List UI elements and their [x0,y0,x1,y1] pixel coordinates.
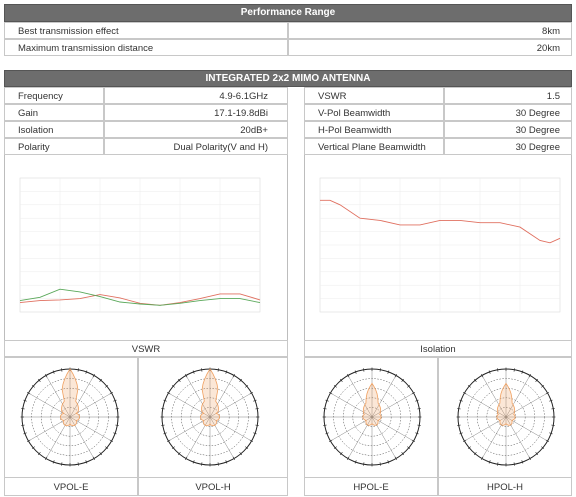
polar-tick [61,368,63,372]
radiation-pattern [362,382,382,426]
vswr-caption: VSWR [131,344,161,355]
spec-vpol-value: 30 Degree [515,108,560,119]
radiation-pattern [496,382,516,426]
polar-tick [21,424,25,426]
spec-isolation-label: Isolation [18,125,54,136]
polar-tick [513,368,515,372]
polar-tick [161,424,165,426]
polar-tick [217,462,219,466]
spec-freq-label: Frequency [18,91,63,102]
polar-tick [457,408,461,410]
polar-tick [417,408,421,410]
polar-caption-hpol-e: HPOL-E [353,482,389,493]
polar-tick [457,424,461,426]
perf-value-2: 20km [536,43,560,54]
antenna-header: INTEGRATED 2x2 MIMO ANTENNA [4,70,572,87]
spec-isolation-value: 20dB+ [240,125,268,136]
polar-tick [497,368,499,372]
polar-tick [363,368,365,372]
spec-vswr-label: VSWR [318,91,347,102]
polar-tick [255,408,259,410]
polar-tick [417,424,421,426]
perf-label-1: Best transmission effect [18,26,119,37]
polar-tick [379,462,381,466]
polar-tick [77,368,79,372]
polar-tick [21,408,25,410]
polar-hpol-h [456,367,556,467]
polar-tick [551,424,555,426]
polar-tick [77,462,79,466]
polar-hpol-e [322,367,422,467]
performance-header: Performance Range [4,4,572,22]
spec-gain-label: Gain [18,108,39,119]
polar-tick [61,462,63,466]
perf-row-1-value-cell [288,22,572,39]
polar-tick [363,462,365,466]
polar-tick [323,408,327,410]
polar-tick [161,408,165,410]
spec-polarity-value: Dual Polarity(V and H) [173,142,268,153]
radiation-pattern [200,368,220,427]
spec-vswr-value: 1.5 [546,91,560,102]
radiation-pattern [60,368,80,427]
spec-vertical-label: Vertical Plane Beamwidth [318,142,426,153]
spec-hpol-value: 30 Degree [515,125,560,136]
polar-tick [201,462,203,466]
polar-caption-vpol-h: VPOL-H [195,482,231,493]
spec-vertical-value: 30 Degree [515,142,560,153]
polar-tick [201,368,203,372]
spec-hpol-label: H-Pol Beamwidth [318,125,392,136]
polar-tick [379,368,381,372]
polar-tick [497,462,499,466]
polar-vpol-e [20,367,120,467]
polar-tick [115,408,119,410]
polar-tick [323,424,327,426]
polar-tick [115,424,119,426]
vswr-chart [19,177,261,313]
polar-tick [513,462,515,466]
spec-gain-value: 17.1-19.8dBi [214,108,268,119]
polar-tick [551,408,555,410]
spec-polarity-label: Polarity [18,142,50,153]
polar-caption-hpol-h: HPOL-H [487,482,523,493]
polar-tick [217,368,219,372]
perf-value-1: 8km [542,26,560,37]
spec-freq-value: 4.9-6.1GHz [219,91,268,102]
polar-tick [255,424,259,426]
polar-vpol-h [160,367,260,467]
isolation-caption: Isolation [420,344,456,355]
spec-vpol-label: V-Pol Beamwidth [318,108,391,119]
perf-row-2-value-cell [288,39,572,56]
isolation-chart [319,177,561,313]
polar-caption-vpol-e: VPOL-E [53,482,89,493]
perf-label-2: Maximum transmission distance [18,43,154,54]
